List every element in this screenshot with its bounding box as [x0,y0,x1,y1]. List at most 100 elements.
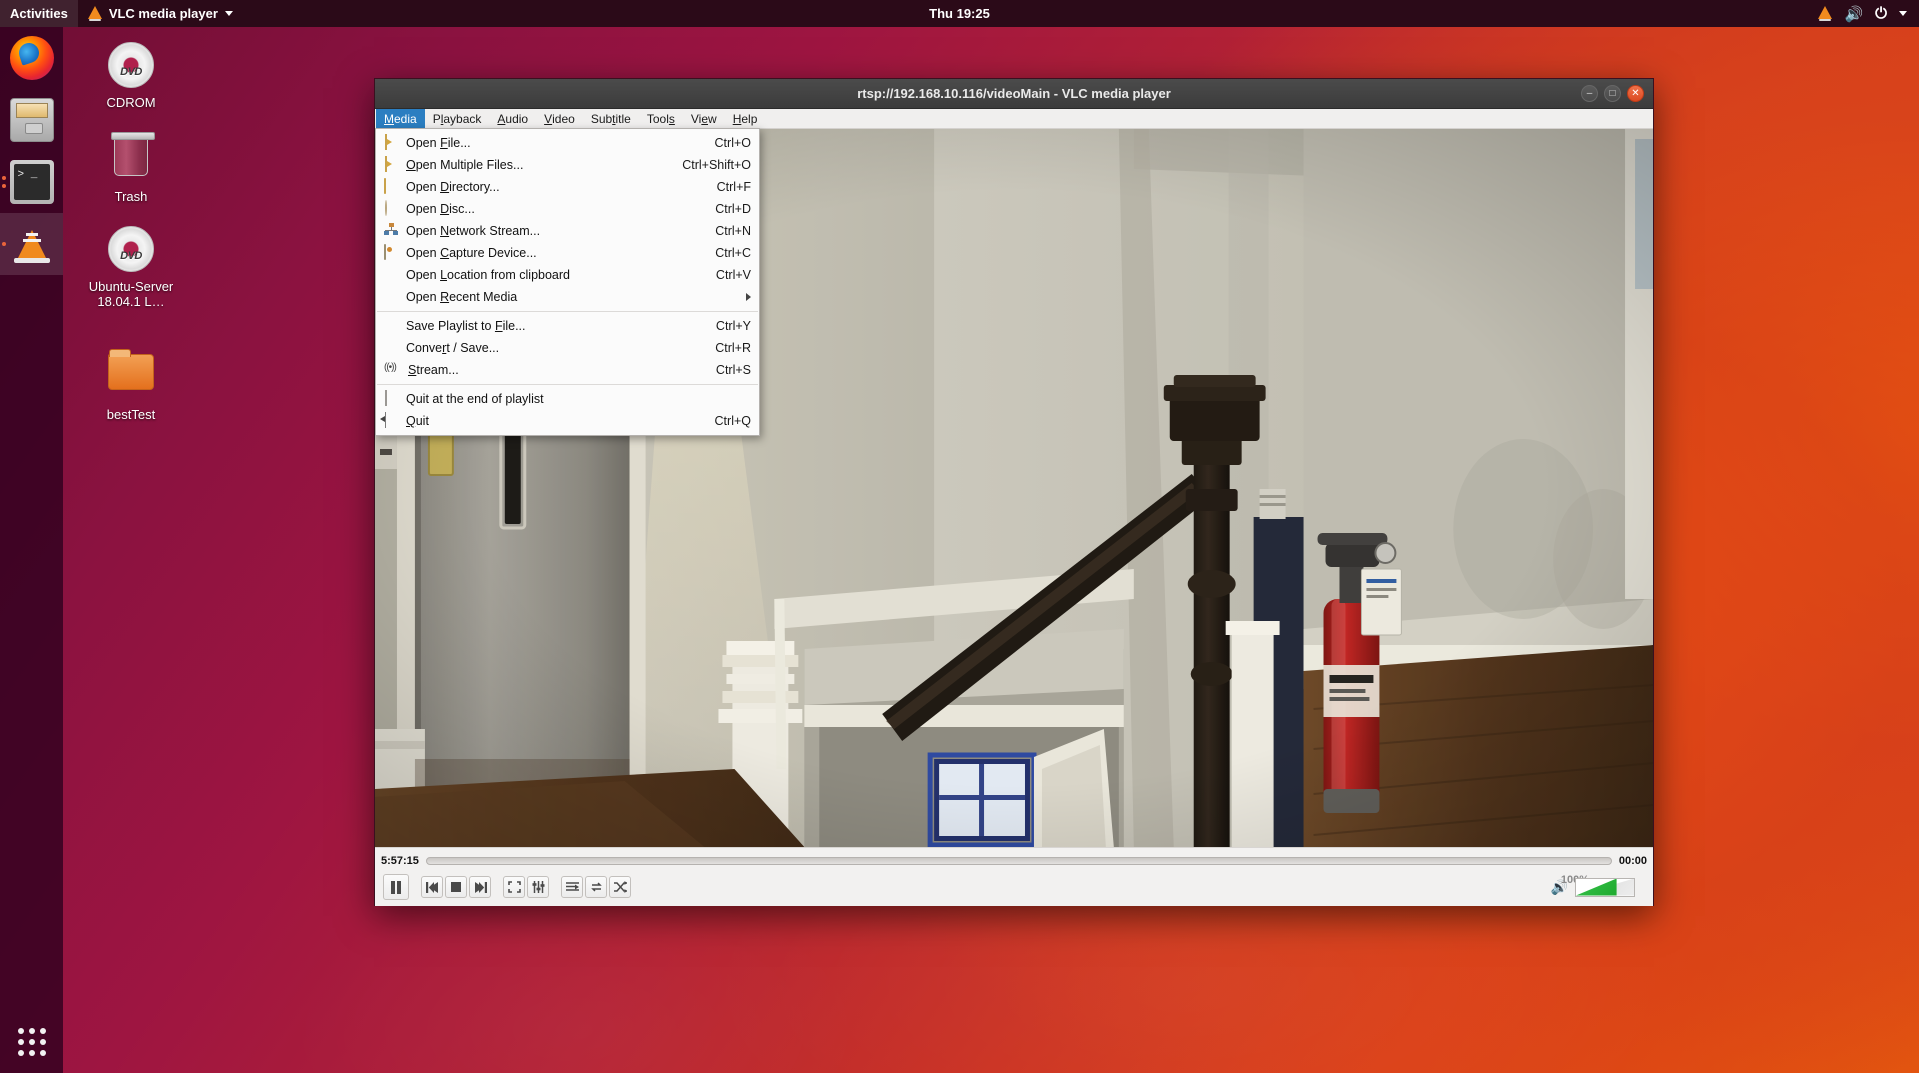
show-applications-button[interactable] [0,1010,63,1073]
dvd-disc-icon [107,42,155,90]
desktop-icon-label: bestTest [106,407,156,422]
menu-item-label: Open Network Stream... [406,224,541,238]
window-title: rtsp://192.168.10.116/videoMain - VLC me… [857,86,1171,101]
menu-item-accel: Ctrl+V [715,268,751,282]
loop-button[interactable] [585,876,607,898]
submenu-arrow-icon [746,293,751,301]
menubar-item-media[interactable]: Media [376,108,425,129]
menu-item-label: Quit at the end of playlist [406,392,544,406]
playlist-button[interactable] [561,876,583,898]
no-icon [382,289,400,305]
menu-item-open-multiple-files[interactable]: Open Multiple Files... Ctrl+Shift+O [376,154,759,176]
media-dropdown-menu: Open File... Ctrl+O Open Multiple Files.… [375,128,760,436]
desktop-icon-besttest[interactable]: bestTest [76,348,186,422]
app-menu-button[interactable]: VLC media player [78,0,243,27]
menu-item-accel: Ctrl+Y [715,319,751,333]
close-button[interactable]: ✕ [1627,85,1644,102]
menu-item-open-file[interactable]: Open File... Ctrl+O [376,132,759,154]
folder-icon [107,349,155,402]
menubar-item-subtitle[interactable]: Sub t itle [583,109,639,129]
menubar-item-audio[interactable]: Audio [489,109,536,129]
menu-item-accel: Ctrl+R [715,341,751,355]
menubar-item-view[interactable]: Vi e w [683,109,725,129]
vlc-menubar: Media Pl ayback Audio Video Sub t itle Tool… [375,108,1653,129]
menu-item-accel: Ctrl+O [714,136,751,150]
dock-item-terminal[interactable] [0,151,63,213]
menu-item-accel: Ctrl+Q [714,414,751,428]
disc-icon [382,200,400,217]
volume-slider[interactable] [1575,877,1635,897]
clock-label: Thu 19:25 [929,6,990,21]
menubar-item-video[interactable]: Video [536,109,583,129]
menu-separator [377,311,758,312]
desktop-icon-ubuntu-server[interactable]: Ubuntu-Server 18.04.1 L… [76,226,186,309]
network-icon [382,223,400,239]
play-pause-button[interactable] [383,874,409,900]
menu-item-save-playlist-to-file[interactable]: Save Playlist to File... Ctrl+Y [376,315,759,337]
volume-icon[interactable]: 🔊 [1844,5,1863,23]
dock-item-vlc[interactable] [0,213,63,275]
menubar-item-tools[interactable]: Tool s [639,109,683,129]
next-button[interactable] [469,876,491,898]
menu-item-open-directory[interactable]: Open Directory... Ctrl+F [376,176,759,198]
activities-label: Activities [10,6,68,21]
menu-item-convert-save[interactable]: Convert / Save... Ctrl+R [376,337,759,359]
dock [0,27,63,1073]
dock-item-firefox[interactable] [0,27,63,89]
menu-item-stream[interactable]: ((•)) Stream... Ctrl+S [376,359,759,381]
menu-separator [377,384,758,385]
seek-slider[interactable] [425,856,1612,865]
file-icon [382,134,400,151]
vlc-cone-tray-icon[interactable] [1818,6,1833,21]
menu-item-label: Open Disc... [406,202,475,216]
menu-item-open-capture-device[interactable]: Open Capture Device... Ctrl+C [376,242,759,264]
no-icon [382,267,400,283]
dvd-disc-icon [107,226,155,274]
no-icon [382,340,400,356]
chevron-down-icon[interactable] [1899,11,1907,16]
menu-item-quit[interactable]: Quit Ctrl+Q [376,410,759,432]
menu-item-label: Open Directory... [406,180,500,194]
extended-settings-button[interactable] [527,876,549,898]
menu-item-label: Stream... [408,363,459,377]
random-button[interactable] [609,876,631,898]
maximize-button[interactable]: □ [1604,85,1621,102]
menubar-item-help[interactable]: Help [725,109,766,129]
view-tools-group [503,876,549,898]
menu-item-open-location-from-clipboard[interactable]: Open Location from clipboard Ctrl+V [376,264,759,286]
checkbox-icon[interactable] [382,390,400,407]
running-indicator-dots [2,176,6,188]
menu-item-label: Open Capture Device... [406,246,537,260]
grid-dots-icon [17,1027,46,1056]
file-icon [382,156,400,173]
fullscreen-button[interactable] [503,876,525,898]
desktop-icon-trash[interactable]: Trash [76,132,186,204]
dock-item-files[interactable] [0,89,63,151]
vlc-control-bar: 5:57:15 00:00 🔊 [375,847,1653,906]
stop-button[interactable] [445,876,467,898]
window-buttons: – □ ✕ [1581,85,1644,102]
running-indicator-dots [2,242,6,246]
system-tray: 🔊 ⏻ [1818,5,1913,23]
menu-item-open-recent-media[interactable]: Open Recent Media [376,286,759,308]
volume-controls: 100% 🔊 [1551,874,1645,897]
menu-item-quit-at-end-of-playlist[interactable]: Quit at the end of playlist [376,388,759,410]
minimize-button[interactable]: – [1581,85,1598,102]
menu-item-label: Open Location from clipboard [406,268,570,282]
chevron-down-icon [224,11,233,16]
files-icon [9,98,54,142]
desktop-icon-cdrom[interactable]: CDROM [76,42,186,110]
vlc-titlebar[interactable]: rtsp://192.168.10.116/videoMain - VLC me… [375,79,1653,109]
previous-button[interactable] [421,876,443,898]
power-icon[interactable]: ⏻ [1875,5,1887,22]
menu-item-accel: Ctrl+S [715,363,751,377]
clock-button[interactable]: Thu 19:25 [929,6,990,21]
vlc-cone-icon [87,6,102,21]
activities-button[interactable]: Activities [0,0,78,27]
menu-item-open-network-stream[interactable]: Open Network Stream... Ctrl+N [376,220,759,242]
menu-item-accel: Ctrl+C [715,246,751,260]
stream-icon: ((•)) [384,362,397,373]
menubar-item-playback[interactable]: Pl ayback [425,109,490,129]
menu-item-open-disc[interactable]: Open Disc... Ctrl+D [376,198,759,220]
transport-controls: 100% 🔊 [375,870,1653,904]
